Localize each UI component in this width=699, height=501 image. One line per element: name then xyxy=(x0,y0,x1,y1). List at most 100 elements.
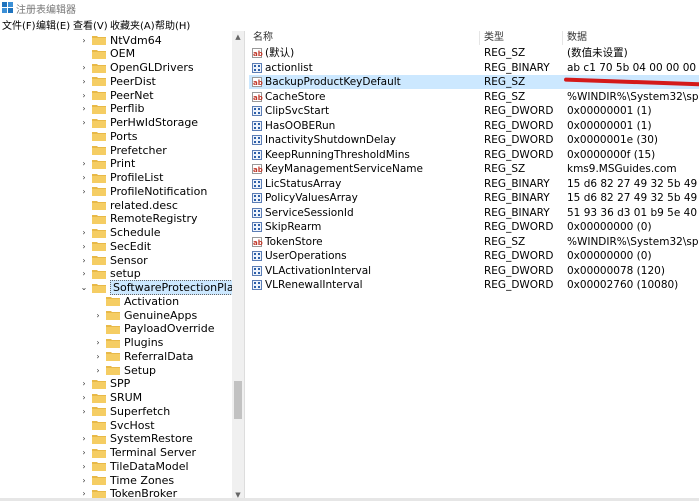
tree-item[interactable]: › ProfileList xyxy=(79,171,163,185)
scroll-up-icon[interactable]: ▲ xyxy=(232,31,244,43)
tree-item[interactable]: › Time Zones xyxy=(79,473,174,487)
tree-item[interactable]: Prefetcher xyxy=(79,143,167,157)
tree-item[interactable]: › ReferralData xyxy=(93,349,193,363)
tree-item[interactable]: OEM xyxy=(79,47,135,61)
tree-item-label: Plugins xyxy=(124,336,164,349)
chevron-right-icon[interactable]: › xyxy=(79,91,89,100)
folder-icon xyxy=(92,63,106,73)
value-row[interactable]: ClipSvcStart REG_DWORD 0x00000001 (1) xyxy=(249,104,699,118)
value-row[interactable]: VLActivationInterval REG_DWORD 0x00000078 … xyxy=(249,264,699,278)
tree-item[interactable]: › GenuineApps xyxy=(93,308,197,322)
tree-item[interactable]: › Plugins xyxy=(93,336,163,350)
chevron-down-icon[interactable]: ⌄ xyxy=(79,283,89,292)
chevron-right-icon[interactable]: › xyxy=(79,462,89,471)
value-row[interactable]: actionlist REG_BINARY ab c1 70 5b 04 00 00… xyxy=(249,61,699,75)
tree-item[interactable]: Activation xyxy=(93,294,179,308)
chevron-right-icon[interactable]: › xyxy=(93,352,103,361)
tree-item[interactable]: › Schedule xyxy=(79,226,160,240)
folder-icon xyxy=(92,49,106,59)
binary-value-icon xyxy=(252,106,262,116)
column-header-name[interactable]: 名称 xyxy=(249,31,480,45)
value-row[interactable]: ab BackupProductKeyDefault REG_SZ xyxy=(249,75,699,89)
chevron-right-icon[interactable]: › xyxy=(79,36,89,45)
registry-key-tree[interactable]: › NtVdm64 OEM › OpenGLDrivers › PeerDist › PeerN… xyxy=(0,31,232,501)
value-row[interactable]: abCacheStore REG_SZ %WINDIR%\System32\spp\… xyxy=(249,90,699,104)
tree-item[interactable]: › Sensor xyxy=(79,253,147,267)
tree-item[interactable]: › SRUM xyxy=(79,391,142,405)
value-row[interactable]: PolicyValuesArray REG_BINARY 15 d6 82 27 4… xyxy=(249,191,699,205)
value-row[interactable]: UserOperations REG_DWORD 0x00000000 (0) xyxy=(249,249,699,263)
chevron-right-icon[interactable]: › xyxy=(79,379,89,388)
menu-help[interactable]: 帮助(H) xyxy=(155,17,190,32)
value-row[interactable]: VLRenewalInterval REG_DWORD 0x00002760 (10… xyxy=(249,278,699,292)
chevron-right-icon[interactable]: › xyxy=(93,311,103,320)
chevron-right-icon[interactable]: › xyxy=(79,434,89,443)
value-row[interactable]: abTokenStore REG_SZ %WINDIR%\System32\spp\… xyxy=(249,235,699,249)
tree-item[interactable]: › PeerNet xyxy=(79,88,153,102)
tree-item[interactable]: › SecEdit xyxy=(79,239,151,253)
tree-item[interactable]: ⌄ SoftwareProtectionPlatform xyxy=(79,280,232,295)
chevron-right-icon[interactable]: › xyxy=(79,393,89,402)
chevron-right-icon[interactable]: › xyxy=(79,256,89,265)
tree-item-label: OEM xyxy=(110,47,136,61)
menu-edit[interactable]: 编辑(E) xyxy=(36,17,70,32)
value-row[interactable]: InactivityShutdownDelay REG_DWORD 0x000000… xyxy=(249,133,699,147)
tree-item[interactable]: related.desc xyxy=(79,198,178,212)
tree-vertical-scrollbar[interactable]: ▲ ▼ xyxy=(232,31,244,501)
tree-item[interactable]: Ports xyxy=(79,129,138,143)
tree-item[interactable]: RemoteRegistry xyxy=(79,212,197,226)
chevron-right-icon[interactable]: › xyxy=(79,187,89,196)
chevron-right-icon[interactable]: › xyxy=(79,159,89,168)
tree-item[interactable]: › Superfetch xyxy=(79,404,170,418)
menu-view[interactable]: 查看(V) xyxy=(73,17,108,32)
chevron-right-icon[interactable]: › xyxy=(79,173,89,182)
value-row[interactable]: ab (默认) REG_SZ (数值未设置) xyxy=(249,46,699,60)
chevron-right-icon[interactable]: › xyxy=(79,242,89,251)
chevron-right-icon[interactable]: › xyxy=(79,407,89,416)
tree-item[interactable]: SvcHost xyxy=(79,418,155,432)
chevron-right-icon[interactable]: › xyxy=(79,104,89,113)
tree-item-label: OpenGLDrivers xyxy=(110,61,194,74)
folder-icon xyxy=(106,324,120,334)
chevron-right-icon[interactable]: › xyxy=(79,63,89,72)
value-row[interactable]: ab KeyManagementServiceName REG_SZ kms9.MSG… xyxy=(249,162,699,176)
value-name: ClipSvcStart xyxy=(265,105,330,117)
value-row[interactable]: KeepRunningThresholdMins REG_DWORD 0x00000… xyxy=(249,148,699,162)
chevron-right-icon[interactable]: › xyxy=(93,366,103,375)
tree-item[interactable]: › ProfileNotification xyxy=(79,184,207,198)
column-header-data[interactable]: 数据 xyxy=(563,31,699,45)
tree-item[interactable]: › setup xyxy=(79,267,140,281)
tree-item[interactable]: › NtVdm64 xyxy=(79,33,161,47)
menu-file[interactable]: 文件(F) xyxy=(2,17,36,32)
value-type: REG_BINARY xyxy=(484,192,550,204)
value-row[interactable]: LicStatusArray REG_BINARY 15 d6 82 27 49 3… xyxy=(249,177,699,191)
chevron-right-icon[interactable]: › xyxy=(79,269,89,278)
chevron-right-icon[interactable]: › xyxy=(79,448,89,457)
tree-item[interactable]: › TileDataModel xyxy=(79,459,188,473)
tree-item[interactable]: › OpenGLDrivers xyxy=(79,61,194,75)
value-row[interactable]: SkipRearm REG_DWORD 0x00000000 (0) xyxy=(249,220,699,234)
chevron-right-icon[interactable]: › xyxy=(93,338,103,347)
tree-item[interactable]: PayloadOverride xyxy=(93,322,215,336)
chevron-right-icon[interactable]: › xyxy=(79,476,89,485)
chevron-right-icon[interactable]: › xyxy=(79,228,89,237)
tree-item[interactable]: › Print xyxy=(79,157,135,171)
tree-item[interactable]: › Terminal Server xyxy=(79,446,196,460)
chevron-right-icon[interactable]: › xyxy=(79,489,89,498)
scroll-thumb[interactable] xyxy=(234,381,242,419)
tree-item[interactable]: › SPP xyxy=(79,377,130,391)
tree-item[interactable]: › PerHwIdStorage xyxy=(79,116,198,130)
tree-item[interactable]: › Setup xyxy=(93,363,156,377)
value-data: 0x00002760 (10080) xyxy=(567,279,679,291)
value-row[interactable]: ServiceSessionId REG_BINARY 51 93 36 d3 01… xyxy=(249,206,699,220)
value-row[interactable]: HasOOBERun REG_DWORD 0x00000001 (1) xyxy=(249,119,699,133)
chevron-right-icon[interactable]: › xyxy=(79,77,89,86)
chevron-right-icon[interactable]: › xyxy=(79,118,89,127)
menu-favorites[interactable]: 收藏夹(A) xyxy=(110,17,155,32)
registry-values-list[interactable]: 名称 类型 数据 ab (默认) REG_SZ (数值未设置) actionlist RE… xyxy=(249,31,699,501)
value-name: KeepRunningThresholdMins xyxy=(265,148,410,161)
tree-item[interactable]: › SystemRestore xyxy=(79,432,192,446)
column-header-type[interactable]: 类型 xyxy=(480,31,563,45)
tree-item[interactable]: › PeerDist xyxy=(79,74,155,88)
tree-item[interactable]: › Perflib xyxy=(79,102,144,116)
